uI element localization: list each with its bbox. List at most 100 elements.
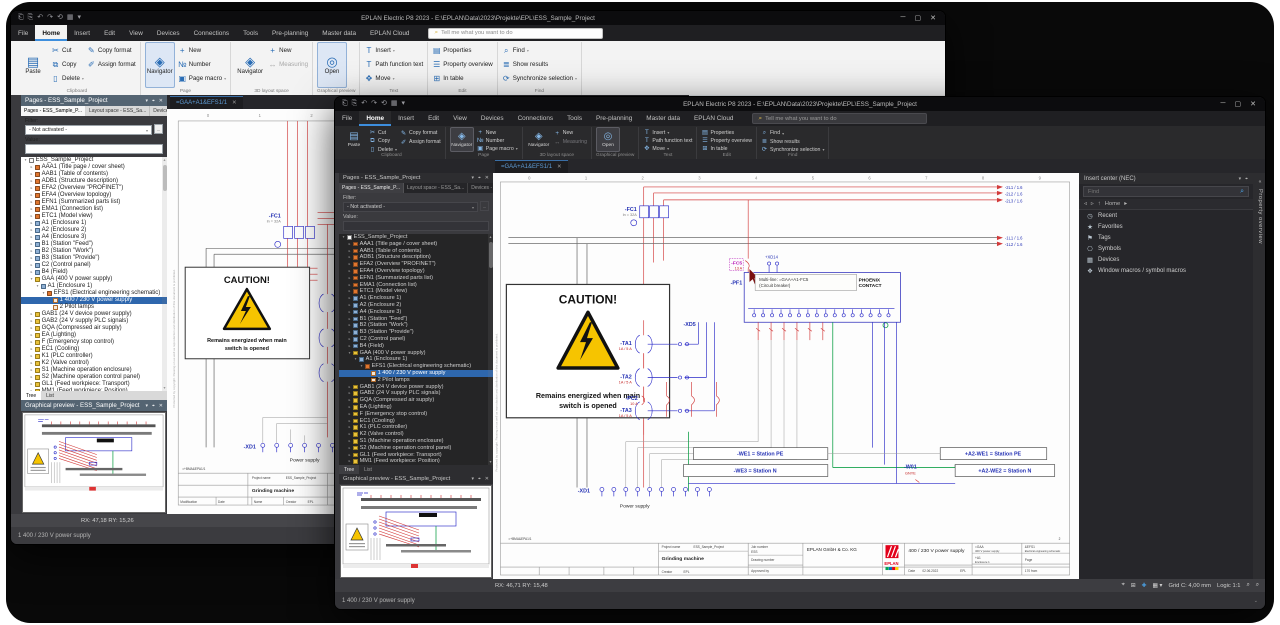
ribbon-button-move[interactable]: ✥Move▾ — [364, 72, 423, 85]
ribbon-button-page-navigator[interactable]: ◈Navigator — [145, 42, 175, 88]
interruption-point[interactable]: -2L3 / 1.6 — [1005, 198, 1023, 203]
close-button[interactable]: ✕ — [1250, 100, 1256, 108]
value-input[interactable] — [25, 144, 163, 154]
tree-expander-icon[interactable]: ▸ — [29, 178, 34, 185]
ribbon-button-cut[interactable]: ✂Cut — [369, 129, 397, 136]
tree-item[interactable]: ▸EFA4 (Overview topology) — [21, 192, 167, 199]
tree-item[interactable]: ▸EC1 (Cooling) — [21, 346, 167, 353]
xd1-label-back[interactable]: -XD1 — [244, 444, 256, 450]
tree-item[interactable]: ▸A4 (Enclosure 3) — [339, 309, 493, 316]
tree-item-selected[interactable]: 1 400 / 230 V power supply — [339, 370, 493, 377]
tab-list[interactable]: List — [359, 465, 377, 474]
document-tab[interactable]: =GAA+A1&EFS1/1✕ — [495, 160, 568, 173]
tree-expander-icon[interactable]: ▸ — [347, 418, 352, 425]
tab-pages[interactable]: Pages - ESS_Sample_P... — [21, 106, 86, 116]
tree-expander-icon[interactable]: ▸ — [347, 254, 352, 261]
tree-item[interactable]: ▸B2 (Station "Work") — [21, 248, 167, 255]
ribbon-tab-view[interactable]: View — [446, 111, 474, 126]
xd1-label[interactable]: -XD1 — [578, 488, 590, 494]
ribbon-tab-edit[interactable]: Edit — [97, 25, 122, 41]
tab-tree[interactable]: Tree — [21, 391, 41, 400]
ribbon-button-measuring[interactable]: ↔Measuring — [554, 138, 587, 146]
chevron-down-icon[interactable]: ▾ — [1239, 176, 1242, 182]
save-icon[interactable]: ⎗ — [342, 97, 348, 111]
ribbon-tab-view[interactable]: View — [122, 25, 150, 41]
ribbon-tab-connections[interactable]: Connections — [511, 111, 561, 126]
tree-item[interactable]: ▸EFN1 (Summarized parts list) — [339, 275, 493, 282]
pin-icon[interactable]: ⌖ — [152, 98, 155, 104]
tree-item-selected[interactable]: 1 400 / 230 V power supply — [21, 297, 167, 304]
eplan-window-front[interactable]: ⎗⎘↶↷⟲▦▾ EPLAN Electric P8 2023 - E:\EPLA… — [334, 96, 1266, 610]
tab-layout-space[interactable]: Layout space - ESS_Sa... — [404, 183, 468, 193]
tree-item[interactable]: ▸A1 (Enclosure 1) — [339, 295, 493, 302]
ribbon-tab-connections[interactable]: Connections — [187, 25, 237, 41]
ribbon-button-show-results[interactable]: ≣Show results — [761, 138, 824, 145]
interruption-point[interactable]: -1L1 / 1.6 — [1005, 236, 1023, 241]
ribbon-tab-eplan-cloud[interactable]: EPLAN Cloud — [687, 111, 740, 126]
tab-devices[interactable]: Devices - ESS_Sample_... — [468, 183, 493, 193]
chevron-down-icon[interactable]: ▾ — [77, 11, 81, 25]
tree-item[interactable]: ▸ADB1 (Structure description) — [339, 254, 493, 261]
tree-item[interactable]: ▸S2 (Machine operation control panel) — [21, 374, 167, 381]
tree-item[interactable]: ▸A4 (Enclosure 3) — [21, 234, 167, 241]
chevron-down-icon[interactable]: ▾ — [471, 476, 474, 482]
ribbon-button-graphical-preview-open[interactable]: ◎Open — [317, 42, 347, 88]
pages-panel-header[interactable]: Pages - ESS_Sample_Project ▾⌖✕ — [339, 173, 493, 183]
tab-tree[interactable]: Tree — [339, 465, 359, 474]
ribbon-button-number[interactable]: №Number — [178, 58, 226, 71]
zoom-in-icon[interactable]: ⌕ — [1247, 582, 1250, 589]
ribbon-tab-tools[interactable]: Tools — [560, 111, 589, 126]
print-icon[interactable]: ⎘ — [352, 97, 358, 111]
tree-expander-icon[interactable]: ▸ — [29, 227, 34, 234]
tree-item[interactable]: ▸AAA1 (Title page / cover sheet) — [21, 164, 167, 171]
tree-item[interactable]: ▸EFA4 (Overview topology) — [339, 268, 493, 275]
tree-expander-icon[interactable]: ▸ — [347, 411, 352, 418]
tree-item[interactable]: ▾GAA (400 V power supply) — [21, 276, 167, 283]
tree-item[interactable]: ▸GQA (Compressed air supply) — [339, 397, 493, 404]
tree-item[interactable]: ▸ADB1 (Structure description) — [21, 178, 167, 185]
ribbon-button-insert[interactable]: TInsert▾ — [643, 129, 692, 136]
tree-expander-icon[interactable]: ▾ — [359, 363, 364, 370]
ribbon-button-assign-format[interactable]: ✐Assign format — [87, 58, 136, 71]
tree-item[interactable]: ▸C2 (Control panel) — [21, 262, 167, 269]
pin-icon[interactable]: ⌖ — [1245, 176, 1248, 182]
w01-label[interactable]: -W01 — [904, 465, 917, 471]
ribbon-button-properties[interactable]: ▤Properties — [432, 44, 493, 57]
tree-expander-icon[interactable]: ▸ — [347, 282, 352, 289]
ribbon-button-new[interactable]: +New — [268, 44, 308, 57]
refresh-icon[interactable]: ⟲ — [57, 11, 63, 25]
status-icon-layers[interactable]: ▦ ▾ — [1152, 583, 1162, 589]
tree-item[interactable]: ▸ETC1 (Model view) — [339, 288, 493, 295]
interruption-point[interactable]: -2L1 / 1.6 — [1005, 185, 1023, 190]
insert-center-item-tags[interactable]: ⚑Tags — [1079, 232, 1253, 243]
tree-expander-icon[interactable]: ▸ — [29, 185, 34, 192]
tree-item[interactable]: ▾EFS1 (Electrical engineering schematic) — [339, 363, 493, 370]
xd5-label[interactable]: -XD5 — [684, 322, 696, 328]
tree-expander-icon[interactable]: ▸ — [29, 255, 34, 262]
expand-icon[interactable]: ⌄ — [1254, 598, 1258, 604]
tree-expander-icon[interactable]: ▸ — [29, 262, 34, 269]
tree-expander-icon[interactable]: ▸ — [29, 206, 34, 213]
ribbon-tab-devices[interactable]: Devices — [474, 111, 511, 126]
tree-item[interactable]: ▸EMA1 (Connection list) — [339, 282, 493, 289]
tree-item[interactable]: ▸K1 (PLC controller) — [21, 353, 167, 360]
ribbon-tab-home[interactable]: Home — [359, 111, 391, 126]
tree-expander-icon[interactable]: ▸ — [347, 343, 352, 350]
tree-expander-icon[interactable]: ▸ — [29, 248, 34, 255]
ribbon-tab-devices[interactable]: Devices — [150, 25, 187, 41]
tree-expander-icon[interactable]: ▸ — [347, 329, 352, 336]
tree-item[interactable]: ▸C2 (Control panel) — [339, 336, 493, 343]
tree-item[interactable]: ▸EMA1 (Connection list) — [21, 206, 167, 213]
ribbon-tab-master-data[interactable]: Master data — [315, 25, 363, 41]
interruption-point[interactable]: -2L2 / 1.6 — [1005, 191, 1023, 196]
tree-expander-icon[interactable]: ▸ — [347, 431, 352, 438]
chevron-down-icon[interactable]: ▾ — [471, 175, 474, 181]
tree-expander-icon[interactable]: ▾ — [341, 234, 346, 241]
tree-expander-icon[interactable]: ▸ — [29, 360, 34, 367]
tree-expander-icon[interactable]: ▸ — [347, 438, 352, 445]
ribbon-button-measuring[interactable]: ↔Measuring — [268, 58, 308, 71]
insert-center-item-symbols[interactable]: ⎔Symbols — [1079, 243, 1253, 254]
close-tab-icon[interactable]: ✕ — [557, 164, 562, 170]
tree-expander-icon[interactable]: ▾ — [35, 283, 40, 290]
tree-expander-icon[interactable]: ▸ — [347, 322, 352, 329]
